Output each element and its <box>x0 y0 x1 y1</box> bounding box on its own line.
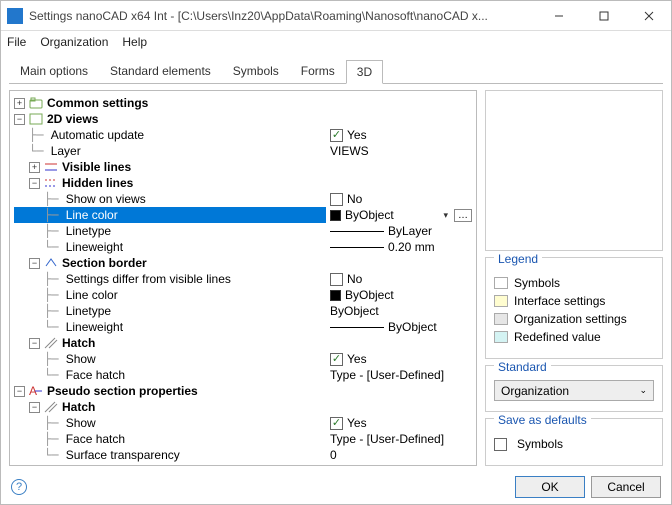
node-p-show[interactable]: ├─ Show Yes <box>14 415 476 431</box>
checkbox-icon[interactable] <box>330 129 343 142</box>
menu-help[interactable]: Help <box>122 35 147 49</box>
settings-window: Settings nanoCAD x64 Int - [C:\Users\Inz… <box>0 0 672 505</box>
tab-forms[interactable]: Forms <box>290 59 346 83</box>
node-p-face[interactable]: ├─ Face hatch Type - [User-Defined] <box>14 431 476 447</box>
cancel-button[interactable]: Cancel <box>591 476 661 498</box>
node-pseudo-section[interactable]: − A Pseudo section properties <box>14 383 476 399</box>
maximize-button[interactable] <box>581 1 626 31</box>
node-automatic-update[interactable]: ├─ Automatic update Yes <box>14 127 476 143</box>
node-linetype[interactable]: ├─ Linetype ByLayer <box>14 223 476 239</box>
expander-icon[interactable]: − <box>14 114 25 125</box>
checkbox-icon[interactable] <box>330 273 343 286</box>
folder-icon <box>29 97 43 109</box>
legend-group: Legend Symbols Interface settings Organi… <box>485 257 663 359</box>
hatch-icon <box>44 337 58 349</box>
section-border-icon <box>44 257 58 269</box>
tab-standard-elements[interactable]: Standard elements <box>99 59 222 83</box>
expander-icon[interactable]: − <box>29 258 40 269</box>
node-hatch-show[interactable]: ├─ Show Yes <box>14 351 476 367</box>
visible-lines-icon <box>44 161 58 173</box>
checkbox-icon[interactable] <box>330 193 343 206</box>
tab-main-options[interactable]: Main options <box>9 59 99 83</box>
expander-icon[interactable]: − <box>29 178 40 189</box>
help-icon[interactable]: ? <box>11 479 27 495</box>
expander-icon[interactable]: − <box>29 402 40 413</box>
property-tree-pane: + Common settings − 2D views <box>9 90 477 466</box>
preview-area <box>485 90 663 251</box>
node-surface-transparency[interactable]: └─ Surface transparency 0 <box>14 447 476 463</box>
pseudo-section-icon: A <box>29 385 43 397</box>
node-p-hatch[interactable]: − Hatch <box>14 399 476 415</box>
minimize-button[interactable] <box>536 1 581 31</box>
expander-icon[interactable]: + <box>14 98 25 109</box>
color-swatch-icon <box>330 290 341 301</box>
content-area: + Common settings − 2D views <box>9 90 663 466</box>
node-settings-differ[interactable]: ├─ Settings differ from visible lines No <box>14 271 476 287</box>
window-title: Settings nanoCAD x64 Int - [C:\Users\Inz… <box>29 9 536 23</box>
close-button[interactable] <box>626 1 671 31</box>
checkbox-icon[interactable] <box>330 353 343 366</box>
node-layer[interactable]: └─ Layer VIEWS <box>14 143 476 159</box>
lineweight-preview-icon <box>330 327 384 328</box>
node-hidden-lines[interactable]: − Hidden lines <box>14 175 476 191</box>
node-visible-lines[interactable]: + Visible lines <box>14 159 476 175</box>
title-bar: Settings nanoCAD x64 Int - [C:\Users\Inz… <box>1 1 671 31</box>
ok-button[interactable]: OK <box>515 476 585 498</box>
hidden-lines-icon <box>44 177 58 189</box>
menu-organization[interactable]: Organization <box>40 35 108 49</box>
node-sb-lineweight[interactable]: └─ Lineweight ByObject <box>14 319 476 335</box>
node-lineweight[interactable]: └─ Lineweight 0.20 mm <box>14 239 476 255</box>
node-hatch[interactable]: − Hatch <box>14 335 476 351</box>
menu-bar: File Organization Help <box>1 31 671 53</box>
save-defaults-symbols-checkbox[interactable]: Symbols <box>494 437 654 451</box>
right-panel: Legend Symbols Interface settings Organi… <box>485 90 663 466</box>
tab-3d[interactable]: 3D <box>346 60 383 84</box>
save-defaults-group: Save as defaults Symbols <box>485 418 663 466</box>
expander-icon[interactable]: + <box>29 162 40 173</box>
property-tree-scroll[interactable]: + Common settings − 2D views <box>10 91 476 465</box>
expander-icon[interactable]: − <box>29 338 40 349</box>
tab-strip: Main options Standard elements Symbols F… <box>9 59 663 83</box>
checkbox-icon <box>494 438 507 451</box>
lineweight-preview-icon <box>330 247 384 248</box>
hatch-icon <box>44 401 58 413</box>
node-section-border[interactable]: − Section border <box>14 255 476 271</box>
dropdown-arrow-icon[interactable]: ▾ <box>443 207 448 223</box>
standard-dropdown[interactable]: Organization ⌄ <box>494 380 654 401</box>
node-common-settings[interactable]: + Common settings <box>14 95 476 111</box>
legend-swatch-redefined <box>494 331 508 343</box>
linetype-preview-icon <box>330 231 384 232</box>
chevron-down-icon: ⌄ <box>639 385 647 396</box>
app-icon <box>7 8 23 24</box>
more-button[interactable]: … <box>454 209 472 222</box>
footer: ? OK Cancel <box>1 470 671 504</box>
expander-icon[interactable]: − <box>14 386 25 397</box>
legend-swatch-interface <box>494 295 508 307</box>
node-line-color-selected[interactable]: ├─ Line color ByObject▾… <box>14 207 476 223</box>
node-sb-linetype[interactable]: ├─ Linetype ByObject <box>14 303 476 319</box>
node-2d-views[interactable]: − 2D views <box>14 111 476 127</box>
node-hatch-face[interactable]: └─ Face hatch Type - [User-Defined] <box>14 367 476 383</box>
color-swatch-icon <box>330 210 341 221</box>
menu-file[interactable]: File <box>7 35 26 49</box>
legend-swatch-symbols <box>494 277 508 289</box>
checkbox-icon[interactable] <box>330 417 343 430</box>
tab-symbols[interactable]: Symbols <box>222 59 290 83</box>
node-show-on-views[interactable]: ├─ Show on views No <box>14 191 476 207</box>
legend-swatch-organization <box>494 313 508 325</box>
node-sb-line-color[interactable]: ├─ Line color ByObject <box>14 287 476 303</box>
standard-group: Standard Organization ⌄ <box>485 365 663 412</box>
views-2d-icon <box>29 113 43 125</box>
